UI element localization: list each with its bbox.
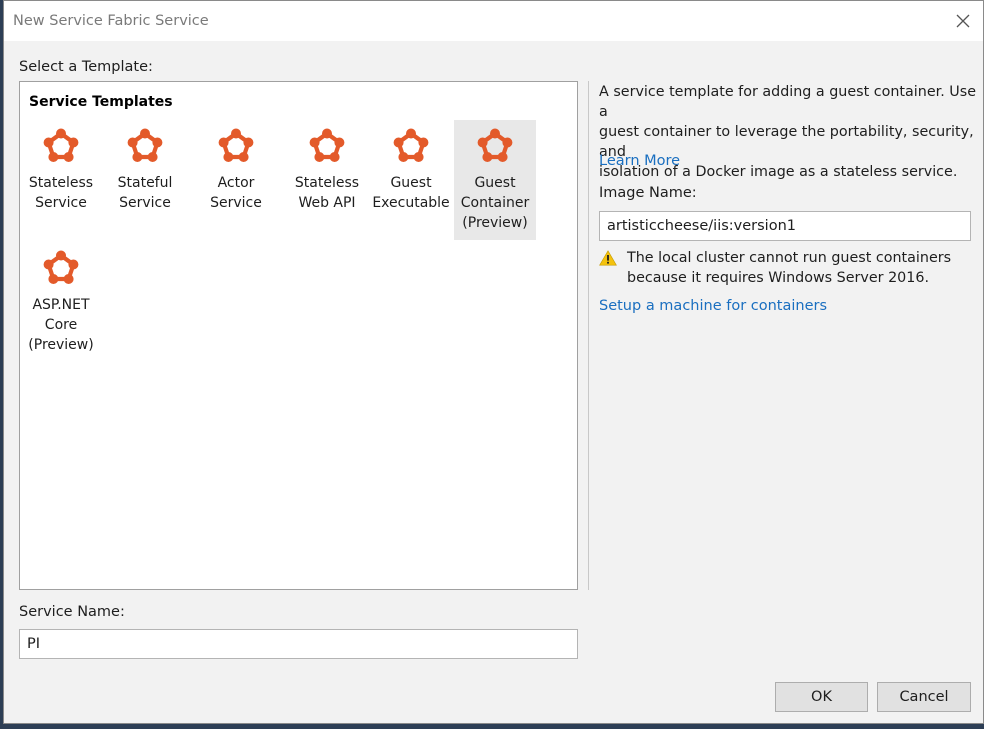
template-stateless-web-api[interactable]: Stateless Web API [286,120,368,240]
close-button[interactable] [949,7,977,35]
warning-line: because it requires Windows Server 2016. [627,270,930,286]
template-label-line: Executable [372,195,450,211]
service-name-label: Service Name: [19,604,125,620]
template-label-line: (Preview) [462,215,528,231]
service-fabric-icon [477,128,513,162]
templates-list: Service Templates Stateless Service Stat… [19,81,578,590]
template-label-line: Guest [474,175,516,191]
template-label-line: Actor Service [210,175,262,211]
service-fabric-icon [393,128,429,162]
template-label-line: Container [460,195,530,211]
template-label-line: (Preview) [28,337,94,353]
warning-icon [599,250,617,266]
service-fabric-icon [218,128,254,162]
setup-containers-link[interactable]: Setup a machine for containers [599,298,827,314]
learn-more-link[interactable]: Learn More [599,153,680,169]
title-bar: New Service Fabric Service [4,1,983,41]
template-stateless-service[interactable]: Stateless Service [20,120,102,240]
select-template-label: Select a Template: [19,59,153,75]
template-label-line: Stateful [117,175,173,191]
new-service-dialog: New Service Fabric Service Select a Temp… [3,0,984,724]
template-guest-executable[interactable]: Guest Executable [370,120,452,240]
service-fabric-icon [127,128,163,162]
description-line: A service template for adding a guest co… [599,84,976,120]
service-fabric-icon [309,128,345,162]
cancel-button[interactable]: Cancel [877,682,971,712]
template-label-line: Stateless [294,175,360,191]
template-label-line: ASP.NET [32,297,90,313]
ok-button[interactable]: OK [775,682,868,712]
templates-header: Service Templates [29,94,173,110]
template-label-line: Stateless [28,175,94,191]
template-label-line: Guest [390,175,432,191]
service-fabric-icon [43,250,79,284]
template-stateful-service[interactable]: Stateful Service [104,120,186,240]
template-guest-container[interactable]: Guest Container (Preview) [454,120,536,240]
panel-divider [588,81,589,590]
template-label-line: Service [35,195,87,211]
window-title: New Service Fabric Service [13,13,209,29]
template-actor-service[interactable]: Actor Service [192,120,280,240]
image-name-label: Image Name: [599,185,697,201]
image-name-input[interactable]: artisticcheese/iis:version1 [599,211,971,241]
service-name-input[interactable]: PI [19,629,578,659]
service-fabric-icon [43,128,79,162]
template-label-line: Web API [298,195,356,211]
template-label-line: Core [44,317,78,333]
warning-line: The local cluster cannot run guest conta… [627,250,952,266]
template-label-line: Service [119,195,171,211]
template-aspnet-core[interactable]: ASP.NET Core (Preview) [20,242,102,362]
close-icon [956,14,970,28]
